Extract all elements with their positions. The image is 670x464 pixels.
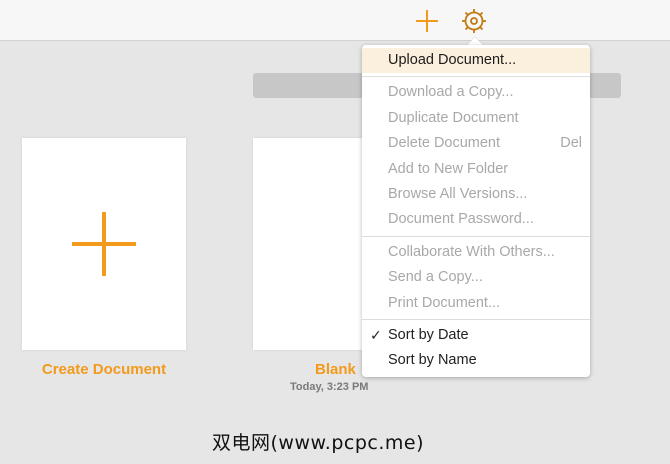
menu-item-add-to-new-folder[interactable]: Add to New Folder — [362, 157, 590, 182]
settings-menu: Upload Document... Download a Copy... Du… — [362, 45, 590, 377]
create-document-label[interactable]: Create Document — [22, 361, 186, 378]
menu-item-upload-document[interactable]: Upload Document... — [362, 48, 590, 74]
toolbar — [0, 0, 670, 41]
menu-divider — [362, 318, 590, 320]
menu-item-duplicate-document[interactable]: Duplicate Document — [362, 106, 590, 131]
menu-item-send-copy[interactable]: Send a Copy... — [362, 265, 590, 290]
menu-item-sort-by-name[interactable]: Sort by Name — [362, 348, 590, 373]
menu-item-sort-by-date[interactable]: ✓ Sort by Date — [362, 323, 590, 348]
menu-item-download-copy[interactable]: Download a Copy... — [362, 80, 590, 105]
menu-item-browse-all-versions[interactable]: Browse All Versions... — [362, 182, 590, 207]
blank-document-tile[interactable] — [253, 138, 373, 350]
menu-item-delete-document[interactable]: Delete Document Del — [362, 131, 590, 156]
menu-divider — [362, 235, 590, 237]
document-date: Today, 3:23 PM — [290, 381, 369, 393]
menu-divider — [362, 76, 590, 78]
menu-item-document-password[interactable]: Document Password... — [362, 207, 590, 232]
shortcut-label: Del — [560, 135, 582, 152]
plus-icon[interactable] — [412, 6, 442, 36]
menu-item-print-document[interactable]: Print Document... — [362, 291, 590, 316]
menu-item-label: Sort by Date — [388, 326, 469, 343]
create-document-tile[interactable] — [22, 138, 186, 350]
checkmark-icon: ✓ — [370, 326, 382, 343]
gear-icon[interactable] — [459, 6, 489, 36]
menu-item-label: Delete Document — [388, 135, 501, 152]
watermark: 双电网(www.pcpc.me) — [212, 432, 424, 454]
menu-item-collaborate[interactable]: Collaborate With Others... — [362, 240, 590, 265]
plus-icon — [72, 212, 136, 276]
